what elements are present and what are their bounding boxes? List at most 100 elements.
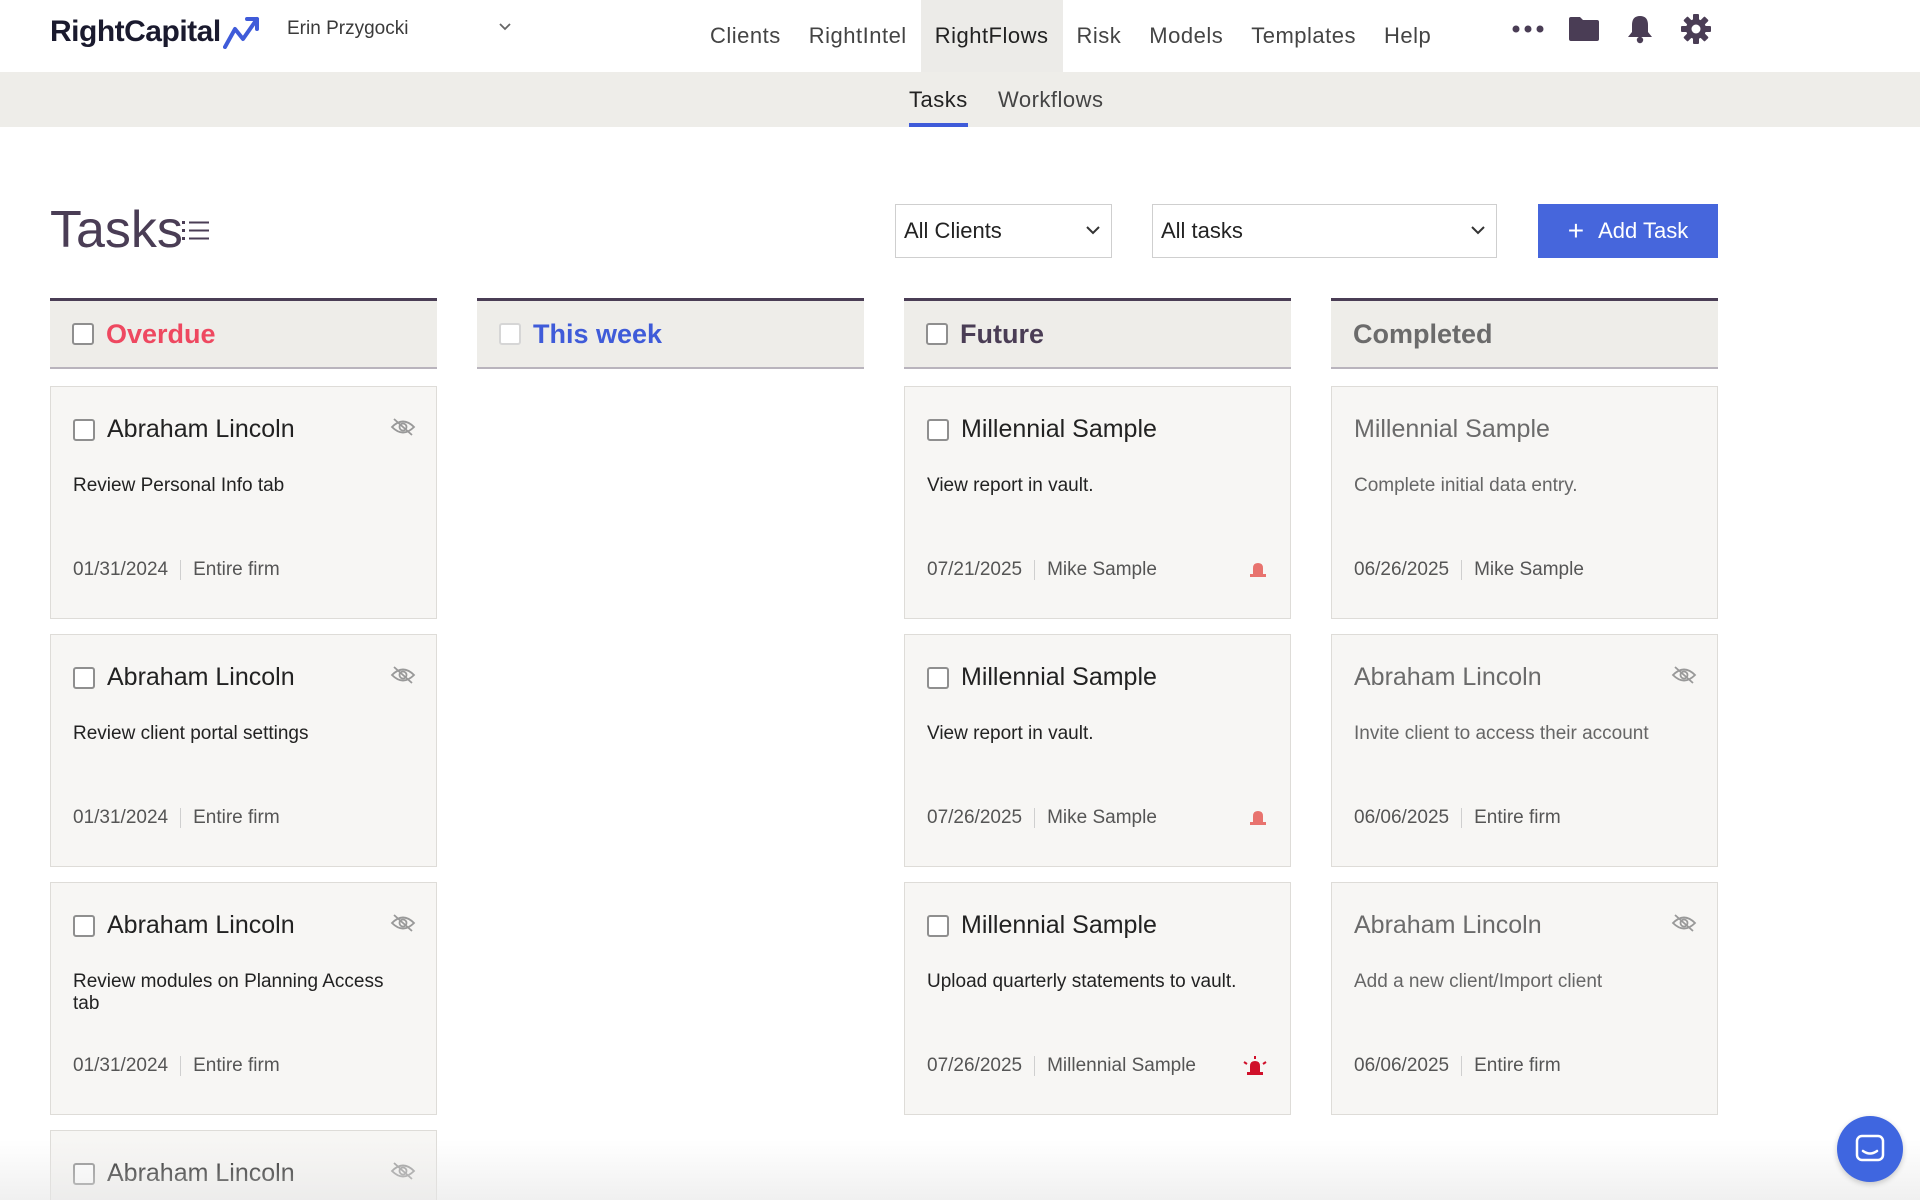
task-description: Complete initial data entry.	[1354, 475, 1578, 496]
task-description: Review modules on Planning Access tab	[73, 971, 384, 1014]
main-nav: Clients RightIntel RightFlows Risk Model…	[696, 0, 1445, 72]
sub-nav: Tasks Workflows	[0, 72, 1920, 127]
task-client-name: Abraham Lincoln	[107, 911, 295, 939]
task-card[interactable]: Millennial Sample Upload quarterly state…	[904, 882, 1291, 1115]
task-assignee: Mike Sample	[1047, 559, 1157, 580]
hidden-eye-icon	[390, 418, 416, 436]
nav-templates[interactable]: Templates	[1237, 0, 1370, 72]
task-card[interactable]: Abraham Lincoln Add a new client/Import …	[1331, 882, 1718, 1115]
add-task-label: Add Task	[1598, 218, 1689, 243]
task-filter-select[interactable]: All tasks	[1152, 204, 1497, 258]
task-due-date: 07/21/2025	[927, 559, 1023, 580]
user-switcher[interactable]: Erin Przygocki	[287, 14, 512, 44]
task-assignee: Mike Sample	[1047, 807, 1157, 828]
subtab-tasks[interactable]: Tasks	[909, 72, 968, 127]
task-client-name: Millennial Sample	[961, 415, 1157, 443]
column-overdue: Overdue	[50, 298, 437, 369]
task-card[interactable]: Abraham Lincoln Review modules on Planni…	[50, 882, 437, 1115]
divider	[1461, 1056, 1463, 1076]
subtab-workflows[interactable]: Workflows	[998, 72, 1104, 127]
task-due-date: 07/26/2025	[927, 807, 1023, 828]
task-checkbox[interactable]	[927, 914, 949, 937]
task-card[interactable]: Millennial Sample View report in vault. …	[904, 634, 1291, 867]
folder-icon[interactable]	[1556, 0, 1612, 58]
top-nav: RightCapital Erin Przygocki Clients Righ…	[0, 0, 1920, 72]
chevron-down-icon	[1471, 226, 1485, 235]
task-client-name: Abraham Lincoln	[1354, 911, 1542, 939]
more-icon[interactable]	[1500, 0, 1556, 58]
plus-icon: +	[1567, 215, 1585, 246]
task-due-date: 06/06/2025	[1354, 807, 1450, 828]
task-assignee: Entire firm	[1474, 807, 1561, 828]
task-card[interactable]: Abraham Lincoln Invite client to access …	[1331, 634, 1718, 867]
column-this-week: This week	[477, 298, 864, 369]
divider	[1461, 560, 1463, 580]
nav-clients[interactable]: Clients	[696, 0, 795, 72]
task-due-date: 06/06/2025	[1354, 1055, 1450, 1076]
task-client-name: Abraham Lincoln	[107, 415, 295, 443]
nav-rightflows[interactable]: RightFlows	[920, 0, 1063, 72]
task-card[interactable]: Abraham Lincoln	[50, 1130, 437, 1200]
task-client-name: Abraham Lincoln	[1354, 663, 1542, 691]
task-client-name: Abraham Lincoln	[107, 1159, 295, 1187]
task-card[interactable]: Abraham Lincoln Review Personal Info tab…	[50, 386, 437, 619]
task-checkbox[interactable]	[73, 418, 95, 441]
task-assignee: Entire firm	[1474, 1055, 1561, 1076]
task-client-name: Millennial Sample	[1354, 415, 1550, 443]
task-due-date: 01/31/2024	[73, 559, 169, 580]
divider	[180, 560, 182, 580]
priority-siren-icon	[1250, 563, 1266, 577]
column-header-this-week: This week	[477, 298, 864, 369]
task-checkbox[interactable]	[927, 418, 949, 441]
nav-help[interactable]: Help	[1370, 0, 1445, 72]
task-checkbox[interactable]	[73, 1162, 95, 1185]
task-description: Review Personal Info tab	[73, 475, 285, 496]
hidden-eye-icon	[390, 666, 416, 684]
divider	[180, 808, 182, 828]
nav-rightintel[interactable]: RightIntel	[795, 0, 921, 72]
task-description: Upload quarterly statements to vault.	[927, 971, 1237, 992]
priority-siren-icon	[1250, 811, 1266, 825]
task-card[interactable]: Abraham Lincoln Review client portal set…	[50, 634, 437, 867]
add-task-button[interactable]: + Add Task	[1538, 204, 1718, 258]
client-filter-value: All Clients	[904, 218, 1002, 243]
divider	[1034, 560, 1036, 580]
task-description: Review client portal settings	[73, 723, 309, 744]
task-card[interactable]: Millennial Sample Complete initial data …	[1331, 386, 1718, 619]
user-name: Erin Przygocki	[287, 18, 409, 39]
nav-models[interactable]: Models	[1135, 0, 1237, 72]
column-title-overdue: Overdue	[106, 318, 216, 349]
task-client-name: Millennial Sample	[961, 911, 1157, 939]
task-assignee: Millennial Sample	[1047, 1055, 1196, 1076]
divider	[1034, 808, 1036, 828]
list-view-icon[interactable]	[182, 220, 210, 242]
column-header-completed: Completed	[1331, 298, 1718, 369]
bell-icon[interactable]	[1612, 0, 1668, 58]
brand-logo[interactable]: RightCapital	[50, 12, 261, 52]
gear-icon[interactable]	[1668, 0, 1724, 58]
client-filter-select[interactable]: All Clients	[895, 204, 1112, 258]
column-future: Future	[904, 298, 1291, 369]
brand-name: RightCapital	[50, 15, 221, 48]
task-due-date: 07/26/2025	[927, 1055, 1023, 1076]
task-assignee: Entire firm	[193, 559, 280, 580]
task-filter-value: All tasks	[1161, 218, 1243, 243]
chat-launcher-button[interactable]	[1837, 1116, 1903, 1182]
divider	[1034, 1056, 1036, 1076]
chat-icon	[1855, 1134, 1885, 1162]
task-description: Invite client to access their account	[1354, 723, 1649, 744]
select-all-future-checkbox[interactable]	[926, 323, 948, 345]
select-all-this-week-checkbox[interactable]	[499, 323, 521, 345]
task-checkbox[interactable]	[927, 666, 949, 689]
task-due-date: 01/31/2024	[73, 1055, 169, 1076]
divider	[180, 1056, 182, 1076]
divider	[1461, 808, 1463, 828]
task-checkbox[interactable]	[73, 666, 95, 689]
hidden-eye-icon	[1671, 666, 1697, 684]
select-all-overdue-checkbox[interactable]	[72, 323, 94, 345]
task-card[interactable]: Millennial Sample View report in vault. …	[904, 386, 1291, 619]
task-checkbox[interactable]	[73, 914, 95, 937]
task-description: View report in vault.	[927, 723, 1094, 744]
hidden-eye-icon	[390, 914, 416, 932]
nav-risk[interactable]: Risk	[1063, 0, 1136, 72]
